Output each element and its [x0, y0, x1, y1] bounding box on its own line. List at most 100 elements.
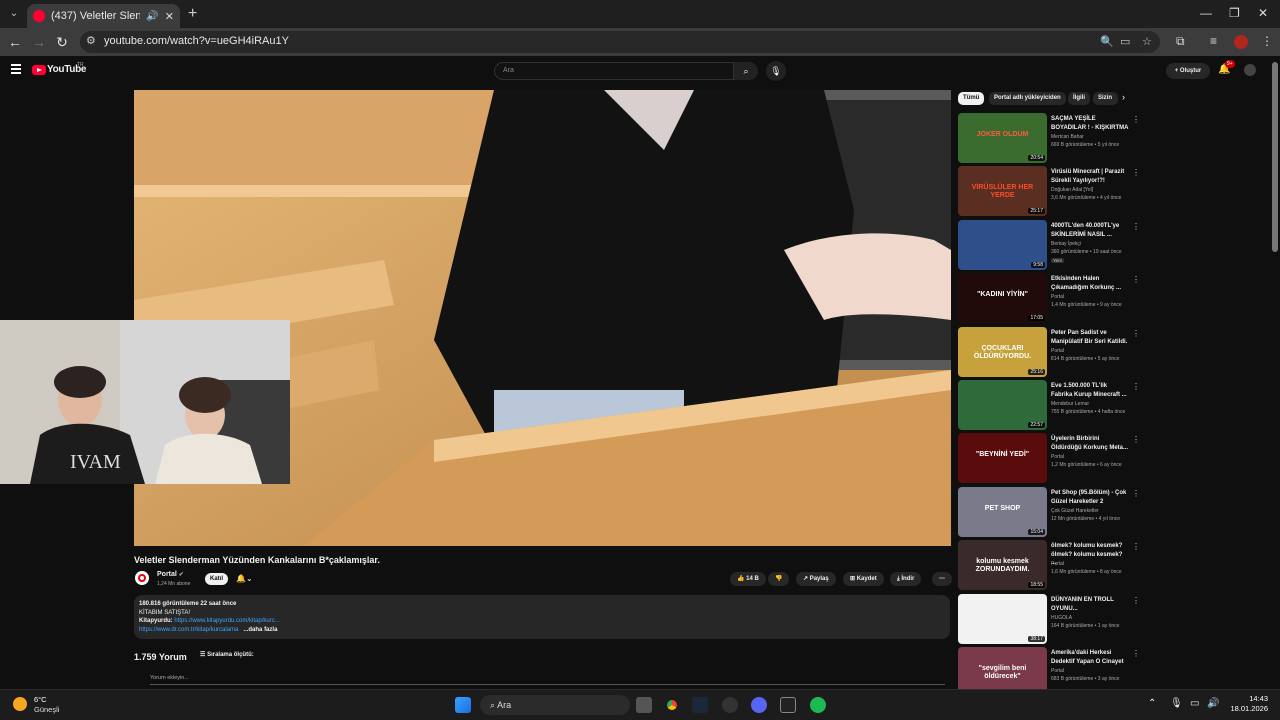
recommendation-thumbnail[interactable]: JOKER OLDUM 20:54: [958, 113, 1047, 163]
dislike-button[interactable]: 👎: [768, 572, 790, 586]
recommendation-channel[interactable]: Çok Güzel Hareketler: [1051, 508, 1099, 514]
recommendation-title[interactable]: Üyelerin Birbirini Öldürdüğü Korkunç Met…: [1051, 435, 1129, 452]
minimize-window-button[interactable]: —: [1200, 6, 1212, 20]
cast-icon[interactable]: ▭: [1120, 35, 1130, 48]
page-scrollbar[interactable]: [1272, 62, 1278, 252]
task-view-icon[interactable]: [636, 697, 652, 713]
recommendation-thumbnail[interactable]: 38:17: [958, 594, 1047, 644]
weather-temp[interactable]: 6°C: [34, 695, 47, 704]
recommendation-thumbnail[interactable]: 9:58: [958, 220, 1047, 270]
browser-menu-icon[interactable]: ⋮: [1261, 34, 1273, 48]
reading-list-icon[interactable]: ≡: [1210, 34, 1217, 48]
recommendation-item[interactable]: "BEYNİNİ YEDİ" Üyelerin Birbirini Öldürdü…: [958, 433, 1140, 483]
recommendation-channel[interactable]: Portal: [1051, 348, 1064, 354]
recommendation-title[interactable]: Peter Pan Sadist ve Manipülatif Bir Seri…: [1051, 329, 1129, 346]
more-options-icon[interactable]: ⋮: [1132, 649, 1140, 658]
recommendation-channel[interactable]: Portal: [1051, 561, 1064, 567]
recommendation-item[interactable]: 9:58 4000TL'den 40.000TL'ye SKİNLERİMİ NA…: [958, 220, 1140, 270]
reload-icon[interactable]: ↻: [53, 33, 71, 51]
system-clock[interactable]: 14:43 18.01.2026: [1222, 694, 1268, 714]
recommendation-item[interactable]: VİRÜSLÜLER HER YERDE 25:17 Virüslü Minecra…: [958, 166, 1140, 216]
more-options-icon[interactable]: ⋮: [1132, 435, 1140, 444]
recommendation-title[interactable]: 4000TL'den 40.000TL'ye SKİNLERİMİ NASIL …: [1051, 222, 1129, 239]
recommendation-item[interactable]: JOKER OLDUM 20:54 SAÇMA YEŞİLE BOYADILAR !…: [958, 113, 1140, 163]
sort-comments-button[interactable]: ☰ Sıralama ölçütü:: [200, 651, 254, 658]
recommendation-channel[interactable]: HUGOLA: [1051, 615, 1072, 621]
recommendation-channel[interactable]: Portal: [1051, 668, 1064, 674]
new-tab-button[interactable]: +: [188, 6, 197, 22]
forward-arrow-icon[interactable]: →: [30, 33, 48, 51]
recommendation-thumbnail[interactable]: VİRÜSLÜLER HER YERDE 25:17: [958, 166, 1047, 216]
more-options-icon[interactable]: ⋮: [1132, 222, 1140, 231]
recommendation-thumbnail[interactable]: ÇOCUKLARI ÖLDÜRÜYORDU. 25:16: [958, 327, 1047, 377]
more-options-icon[interactable]: ⋮: [1132, 596, 1140, 605]
url-text[interactable]: youtube.com/watch?v=ueGH4iRAu1Y: [104, 35, 289, 47]
recommendation-channel[interactable]: Portal: [1051, 454, 1064, 460]
chips-next-chevron-icon[interactable]: ›: [1122, 92, 1125, 102]
search-input[interactable]: Ara: [494, 62, 734, 80]
hamburger-menu-icon[interactable]: [11, 64, 21, 74]
more-options-icon[interactable]: ⋮: [1132, 168, 1140, 177]
save-button[interactable]: ⊞ Kaydet: [843, 572, 884, 586]
recommendation-item[interactable]: "KADINI YİYİN" 17:05 Etkisinden Halen Çıka…: [958, 273, 1140, 323]
account-avatar[interactable]: [1244, 64, 1256, 76]
discord-icon[interactable]: [751, 697, 767, 713]
close-window-button[interactable]: ✕: [1258, 6, 1268, 20]
more-options-icon[interactable]: ⋮: [1132, 329, 1140, 338]
microphone-icon[interactable]: 🎙: [766, 61, 786, 81]
channel-name[interactable]: Portal ✔: [157, 571, 184, 578]
recommendation-title[interactable]: Amerika'daki Herkesi Dedektif Yapan O Ci…: [1051, 649, 1129, 666]
zoom-icon[interactable]: 🔍: [1100, 35, 1114, 48]
start-windows-icon[interactable]: [455, 697, 471, 713]
weather-sun-icon[interactable]: [13, 697, 27, 711]
tab-search-chevron-icon[interactable]: ⌄: [6, 6, 22, 22]
address-bar[interactable]: ⚙ youtube.com/watch?v=ueGH4iRAu1Y 🔍 ▭ ☆: [80, 31, 1160, 53]
browser-tab-active[interactable]: (437) Veletler Slenderman Y 🔊 ✕: [27, 4, 180, 28]
more-actions-icon[interactable]: ⋯: [932, 572, 952, 586]
description-box[interactable]: 180.816 görüntüleme 22 saat önce KİTABIM…: [134, 595, 950, 639]
more-options-icon[interactable]: ⋮: [1132, 382, 1140, 391]
dr-link[interactable]: https://www.dr.com.tr/kitap/kurcalama: [139, 627, 238, 633]
recommendation-channel[interactable]: Mendebur Lemur: [1051, 401, 1089, 407]
profile-avatar[interactable]: [1234, 35, 1248, 49]
like-button[interactable]: 👍 14 B: [730, 572, 766, 586]
show-more-link[interactable]: ...daha fazla: [243, 627, 277, 633]
share-button[interactable]: ↗ Paylaş: [796, 572, 836, 586]
recommendation-thumbnail[interactable]: "BEYNİNİ YEDİ": [958, 433, 1047, 483]
kitapyurdu-link[interactable]: https://www.kitapyurdu.com/kitap/kurc...: [174, 618, 279, 624]
recommendation-item[interactable]: kolumu kesmek ZORUNDAYDIM. 18:55 ölmek? ko…: [958, 540, 1140, 590]
microphone-tray-icon[interactable]: 🎙: [1170, 698, 1183, 709]
site-info-icon[interactable]: ⚙: [86, 34, 96, 47]
recommendation-item[interactable]: PET SHOP 15:04 Pet Shop (95.Bölüm) - Çok G…: [958, 487, 1140, 537]
recommendation-item[interactable]: ÇOCUKLARI ÖLDÜRÜYORDU. 25:16 Peter Pan Sad…: [958, 327, 1140, 377]
spotify-icon[interactable]: [810, 697, 826, 713]
more-options-icon[interactable]: ⋮: [1132, 489, 1140, 498]
recommendation-thumbnail[interactable]: kolumu kesmek ZORUNDAYDIM. 18:55: [958, 540, 1047, 590]
back-arrow-icon[interactable]: ←: [6, 33, 24, 51]
volume-icon[interactable]: 🔊: [1207, 698, 1219, 709]
network-icon[interactable]: ▭: [1190, 698, 1199, 709]
chip-from-uploader[interactable]: Portal adlı yükleyiciden: [989, 92, 1066, 105]
recommendation-channel[interactable]: Doğukan Adal [Yol]: [1051, 187, 1093, 193]
download-button[interactable]: ⤓ İndir: [890, 572, 922, 586]
weather-desc[interactable]: Güneşli: [34, 705, 59, 714]
search-icon[interactable]: ⌕: [734, 62, 758, 80]
chip-all[interactable]: Tümü: [958, 92, 985, 105]
close-tab-icon[interactable]: ✕: [165, 10, 174, 23]
subscription-bell-icon[interactable]: 🔔⌄: [236, 573, 264, 585]
obs-icon[interactable]: [722, 697, 738, 713]
recommendation-channel[interactable]: Portal: [1051, 294, 1064, 300]
more-options-icon[interactable]: ⋮: [1132, 275, 1140, 284]
steam-icon[interactable]: [692, 697, 708, 713]
restore-window-button[interactable]: ❐: [1229, 6, 1240, 20]
recommendation-title[interactable]: Virüslü Minecraft | Parazit Sürekli Yayı…: [1051, 168, 1129, 185]
create-button[interactable]: + Oluştur: [1166, 63, 1210, 79]
recommendation-thumbnail[interactable]: PET SHOP 15:04: [958, 487, 1047, 537]
recommendation-title[interactable]: Etkisinden Halen Çıkamadığım Korkunç ...: [1051, 275, 1129, 292]
extensions-icon[interactable]: ⧉: [1176, 34, 1185, 49]
epic-games-icon[interactable]: [780, 697, 796, 713]
audio-playing-icon[interactable]: 🔊: [146, 11, 158, 22]
recommendation-title[interactable]: DÜNYANIN EN TROLL OYUNU...: [1051, 596, 1129, 613]
chip-related[interactable]: İlgili: [1068, 92, 1090, 105]
bookmark-star-icon[interactable]: ☆: [1142, 35, 1152, 48]
